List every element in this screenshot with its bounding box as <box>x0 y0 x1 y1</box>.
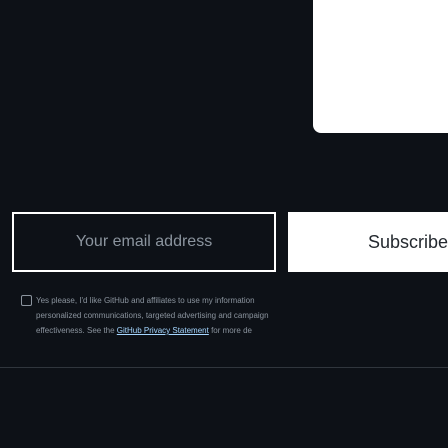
consent-checkbox[interactable] <box>21 295 32 306</box>
subscribe-button[interactable]: Subscribe <box>288 212 448 272</box>
consent-line-2: personalized communications, targeted ad… <box>36 311 269 320</box>
consent-line-1: Yes please, I'd like GitHub and affiliat… <box>36 296 255 305</box>
page: Subscribe Yes please, I'd like GitHub an… <box>0 0 448 448</box>
divider <box>0 367 448 368</box>
top-card <box>313 0 448 133</box>
privacy-statement-link[interactable]: GitHub Privacy Statement <box>117 326 209 335</box>
consent-line-3-prefix: effectiveness. See the <box>36 326 117 335</box>
consent-line-3: effectiveness. See the GitHub Privacy St… <box>36 323 448 338</box>
email-input[interactable] <box>12 212 276 272</box>
consent-line-3-suffix: for more de <box>208 326 252 335</box>
consent-text: Yes please, I'd like GitHub and affiliat… <box>36 293 448 338</box>
